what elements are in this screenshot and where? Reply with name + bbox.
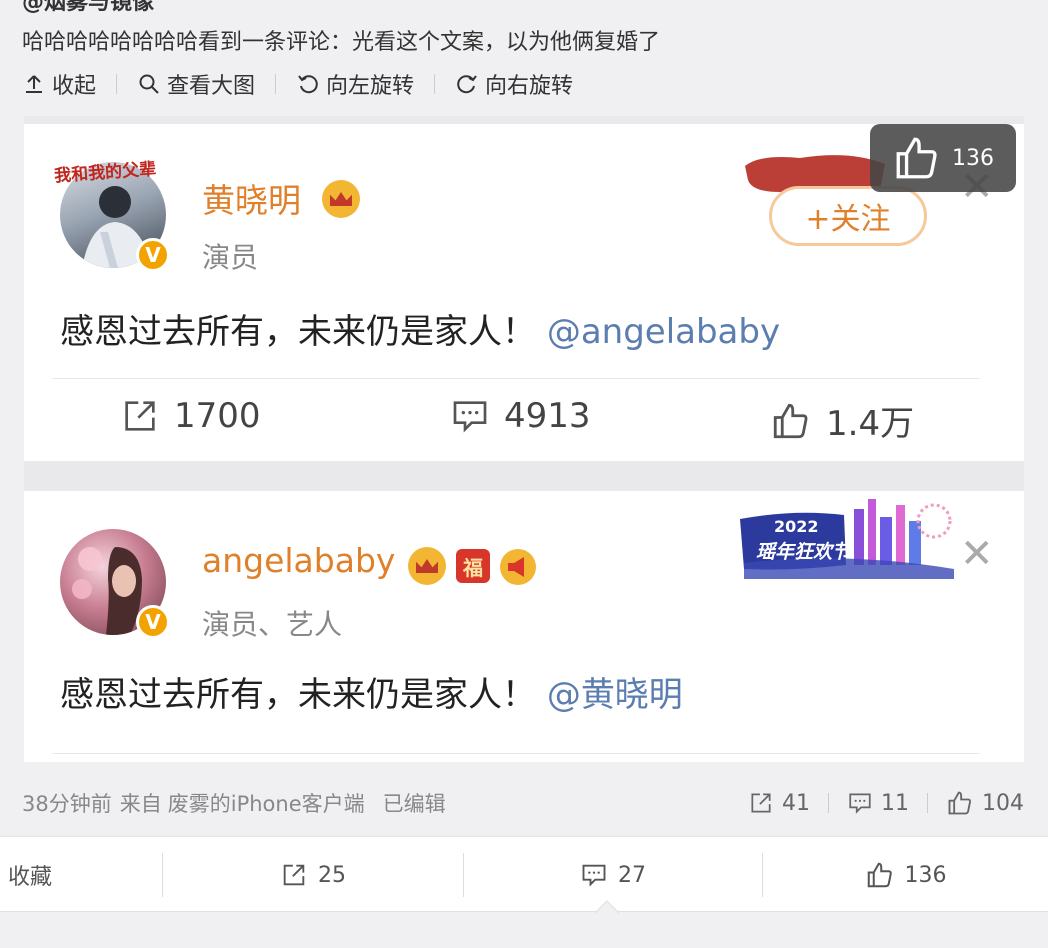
- repost-icon: [283, 864, 305, 886]
- divider: [434, 74, 436, 94]
- divider: [52, 753, 980, 754]
- meta-repost[interactable]: 41: [748, 790, 810, 816]
- action-bar: 收藏 25 27 136: [0, 836, 1048, 912]
- divider: [927, 793, 928, 813]
- image-toolbar: 收起 查看大图 向左旋转 向右旋转: [22, 68, 573, 100]
- repost-stat[interactable]: 1700: [120, 396, 261, 436]
- edited-label[interactable]: 已编辑: [383, 788, 446, 818]
- follow-button[interactable]: +关注: [769, 186, 927, 246]
- like-count: 136: [904, 862, 947, 888]
- card-body: 感恩过去所有，未来仍是家人！ @黄晓明: [60, 667, 683, 716]
- meta-repost-count: 41: [782, 790, 810, 816]
- repost-icon: [125, 401, 155, 431]
- comment-icon: [849, 793, 871, 814]
- close-icon[interactable]: ✕: [960, 531, 994, 577]
- card-body-text: 感恩过去所有，未来仍是家人！: [60, 675, 536, 715]
- thumbs-up-icon: [773, 403, 808, 438]
- floating-like-button[interactable]: 136: [870, 124, 1016, 192]
- repost-count: 25: [318, 862, 346, 888]
- crown-icon: [408, 547, 446, 585]
- thumbs-up-icon: [896, 137, 937, 179]
- post-text: 哈哈哈哈哈哈哈哈看到一条评论：光看这个文案，以为他俩复婚了: [22, 30, 661, 55]
- repost-button[interactable]: 25: [163, 837, 463, 913]
- thumbs-up-icon: [948, 791, 971, 815]
- meta-comment[interactable]: 11: [847, 790, 909, 816]
- mention-link[interactable]: @angelababy: [547, 312, 780, 352]
- divider: [52, 378, 980, 379]
- rotate-right-button[interactable]: 向右旋转: [455, 68, 573, 100]
- user-name[interactable]: angelababy: [202, 541, 395, 580]
- favorite-label: 收藏: [8, 865, 53, 890]
- collapse-button[interactable]: 收起: [22, 68, 96, 100]
- view-large-label: 查看大图: [167, 74, 256, 99]
- user-title: 演员: [202, 241, 259, 274]
- comment-icon: [453, 401, 487, 433]
- rotate-left-icon: [298, 75, 318, 94]
- meta-comment-count: 11: [881, 790, 909, 816]
- like-button[interactable]: 136: [763, 837, 1048, 913]
- collapse-icon: [26, 75, 42, 93]
- favorite-button[interactable]: 收藏: [0, 837, 162, 913]
- rotate-right-label: 向右旋转: [485, 74, 574, 99]
- mention-link[interactable]: @黄晓明: [547, 675, 683, 715]
- divider: [275, 74, 277, 94]
- post-time: 38分钟前: [22, 792, 112, 816]
- collapse-label: 收起: [52, 74, 97, 99]
- post-source[interactable]: 废雾的iPhone客户端: [168, 788, 365, 818]
- card-body: 感恩过去所有，未来仍是家人！ @angelababy: [60, 304, 780, 353]
- meta-like[interactable]: 104: [946, 789, 1024, 817]
- rotate-right-icon: [457, 75, 477, 94]
- megaphone-icon: [500, 549, 536, 585]
- post-author[interactable]: @烟雾与镜像: [22, 0, 154, 16]
- user-title: 演员、艺人: [202, 608, 343, 641]
- floating-like-count: 136: [952, 145, 994, 171]
- search-icon: [139, 74, 159, 94]
- meta-stats: 41 11 104: [748, 789, 1024, 817]
- comment-button[interactable]: 27: [464, 837, 762, 913]
- crown-icon: [322, 180, 360, 218]
- divider: [116, 74, 118, 94]
- repost-count: 1700: [174, 396, 261, 436]
- verified-badge: V: [136, 238, 170, 272]
- comment-count: 27: [618, 862, 646, 888]
- thumbs-up-icon: [867, 862, 892, 888]
- rotate-left-button[interactable]: 向左旋转: [296, 68, 414, 100]
- comment-count: 4913: [504, 396, 591, 436]
- view-large-button[interactable]: 查看大图: [137, 68, 255, 100]
- verified-badge: V: [136, 605, 170, 639]
- comment-icon: [582, 864, 606, 887]
- weibo-card-angelababy: V angelababy 福 演员、艺人 2022 瑶年狂欢节 ✕ 感恩过去所有…: [24, 491, 1024, 762]
- rotate-left-label: 向左旋转: [326, 74, 415, 99]
- comment-stat[interactable]: 4913: [450, 396, 591, 436]
- banner-year: 2022: [774, 517, 819, 536]
- repost-icon: [751, 793, 771, 813]
- post-meta: 38分钟前 来自 废雾的iPhone客户端 已编辑 41 11 104: [22, 788, 1024, 818]
- meta-like-count: 104: [982, 790, 1024, 816]
- event-banner[interactable]: 2022 瑶年狂欢节: [734, 491, 959, 583]
- like-stat[interactable]: 1.4万: [770, 396, 914, 445]
- user-name[interactable]: 黄晓明: [202, 174, 301, 222]
- source-prefix: 来自: [119, 792, 162, 816]
- banner-title: 瑶年狂欢节: [756, 541, 852, 563]
- divider: [828, 793, 829, 813]
- post-image[interactable]: 我和我的父辈 V 黄晓明 演员 +关注 ✕ 感恩过去所有，未来仍是家人！ @an…: [24, 116, 1024, 762]
- like-count: 1.4万: [826, 404, 915, 444]
- card-body-text: 感恩过去所有，未来仍是家人！: [60, 312, 536, 352]
- fu-badge: 福: [456, 549, 490, 583]
